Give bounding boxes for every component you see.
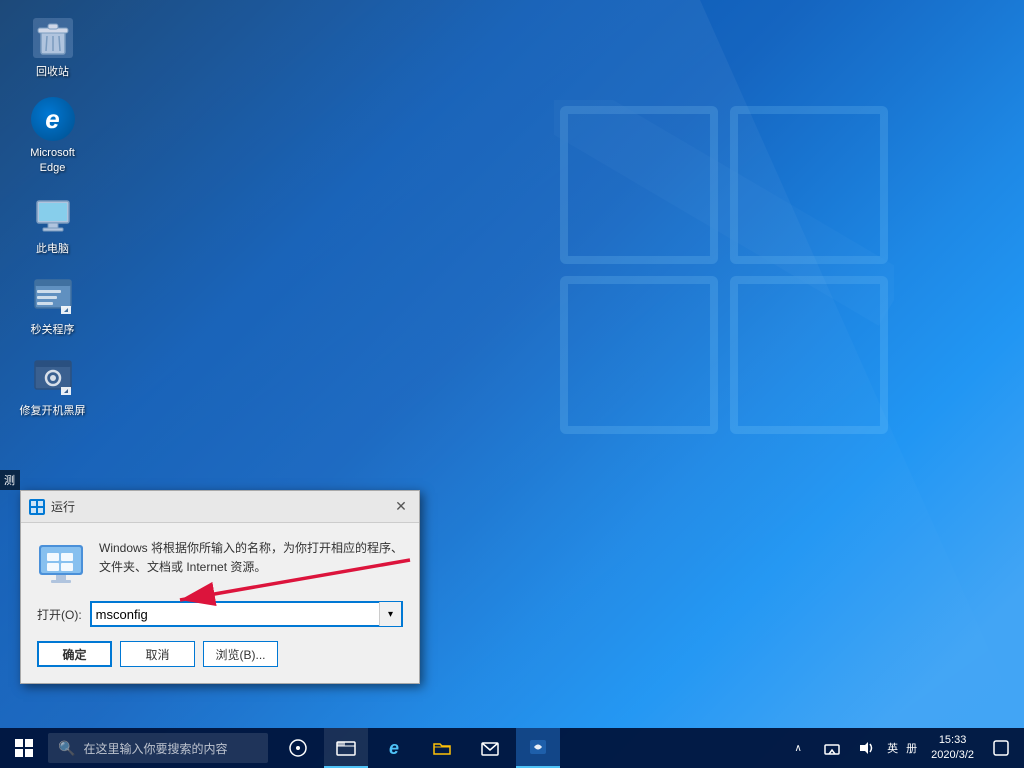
language-indicator[interactable]: 英 bbox=[885, 728, 900, 768]
edge-icon-img: e bbox=[31, 97, 75, 141]
mail-taskbar-button[interactable] bbox=[468, 728, 512, 768]
left-edge-label: 测 bbox=[0, 470, 20, 490]
run-input-field[interactable] bbox=[92, 605, 379, 624]
systray-expand-button[interactable]: ∧ bbox=[783, 728, 813, 768]
taskbar-center-items: e bbox=[276, 728, 560, 768]
dialog-description: Windows 将根据你所输入的名称，为你打开相应的程序、文件夹、文档或 Int… bbox=[99, 539, 403, 577]
dialog-desc-text: Windows 将根据你所输入的名称，为你打开相应的程序、文件夹、文档或 Int… bbox=[99, 541, 403, 574]
edge-icon-desktop[interactable]: e Microsoft Edge bbox=[15, 91, 90, 179]
ie-icon bbox=[528, 738, 548, 756]
file-explorer-icon bbox=[336, 738, 356, 756]
shortcut1-svg bbox=[31, 274, 75, 318]
windows-logo-bg bbox=[554, 100, 894, 440]
taskbar-search-box[interactable]: 🔍 在这里输入你要搜索的内容 bbox=[48, 733, 268, 763]
task-view-icon bbox=[288, 739, 308, 757]
dialog-buttons-row: 确定 取消 浏览(B)... bbox=[37, 641, 403, 667]
volume-svg bbox=[858, 741, 874, 755]
thispc-svg bbox=[31, 193, 75, 237]
thispc-icon-desktop[interactable]: 此电脑 bbox=[15, 187, 90, 260]
network-svg bbox=[824, 741, 840, 755]
run-dialog-icon bbox=[37, 539, 85, 587]
dialog-title-text: 运行 bbox=[51, 498, 75, 515]
ime-text: 册 bbox=[906, 740, 917, 756]
dialog-cancel-button[interactable]: 取消 bbox=[120, 641, 195, 667]
dialog-titlebar: 运行 ✕ bbox=[21, 491, 419, 523]
taskbar: 🔍 在这里输入你要搜索的内容 e bbox=[0, 728, 1024, 768]
edge-taskbar-icon: e bbox=[389, 738, 399, 759]
ie-taskbar-button[interactable] bbox=[516, 728, 560, 768]
recycle-bin-icon[interactable]: 回收站 bbox=[15, 10, 90, 83]
run-icon-small bbox=[31, 501, 43, 513]
mail-icon bbox=[480, 739, 500, 757]
files-taskbar-button[interactable] bbox=[420, 728, 464, 768]
run-dialog: 运行 ✕ bbox=[20, 490, 420, 684]
taskbar-systray: ∧ 英 册 bbox=[783, 728, 1024, 768]
dialog-input-row: 打开(O): ▾ bbox=[37, 601, 403, 627]
clock-date: 2020/3/2 bbox=[931, 748, 974, 763]
search-placeholder-text: 在这里输入你要搜索的内容 bbox=[83, 740, 227, 757]
dialog-title-left: 运行 bbox=[29, 498, 75, 515]
taskbar-clock[interactable]: 15:33 2020/3/2 bbox=[923, 728, 982, 768]
recycle-bin-label: 回收站 bbox=[36, 65, 69, 79]
shortcut1-icon[interactable]: 秒关程序 bbox=[15, 268, 90, 341]
shortcut2-label: 修复开机黑屏 bbox=[20, 404, 86, 418]
windows-start-icon bbox=[15, 739, 33, 757]
notification-center-button[interactable] bbox=[986, 728, 1016, 768]
language-text: 英 bbox=[887, 740, 898, 756]
desktop: 回收站 e Microsoft Edge 此电脑 bbox=[0, 0, 1024, 768]
file-explorer-taskbar-button[interactable] bbox=[324, 728, 368, 768]
run-dropdown-button[interactable]: ▾ bbox=[379, 602, 401, 626]
thispc-label: 此电脑 bbox=[36, 242, 69, 256]
volume-icon[interactable] bbox=[851, 728, 881, 768]
network-icon[interactable] bbox=[817, 728, 847, 768]
dialog-close-button[interactable]: ✕ bbox=[391, 497, 411, 517]
folder-icon bbox=[432, 739, 452, 757]
shortcut2-svg bbox=[31, 355, 75, 399]
dialog-open-label: 打开(O): bbox=[37, 606, 82, 623]
edge-label: Microsoft Edge bbox=[30, 146, 75, 175]
clock-time: 15:33 bbox=[939, 733, 967, 748]
run-icon-svg bbox=[37, 539, 85, 587]
dialog-input-wrapper[interactable]: ▾ bbox=[90, 601, 403, 627]
notification-icon bbox=[993, 740, 1009, 756]
shortcut2-icon[interactable]: 修复开机黑屏 bbox=[15, 349, 90, 422]
dialog-browse-button[interactable]: 浏览(B)... bbox=[203, 641, 278, 667]
ime-indicator[interactable]: 册 bbox=[904, 728, 919, 768]
edge-taskbar-button[interactable]: e bbox=[372, 728, 416, 768]
recycle-bin-svg bbox=[31, 16, 75, 60]
dialog-top-section: Windows 将根据你所输入的名称，为你打开相应的程序、文件夹、文档或 Int… bbox=[37, 539, 403, 587]
dialog-title-icon bbox=[29, 499, 45, 515]
task-view-button[interactable] bbox=[276, 728, 320, 768]
shortcut1-label: 秒关程序 bbox=[31, 323, 75, 337]
desktop-icons-container: 回收站 e Microsoft Edge 此电脑 bbox=[15, 10, 90, 423]
dialog-ok-button[interactable]: 确定 bbox=[37, 641, 112, 667]
start-button[interactable] bbox=[0, 728, 48, 768]
search-icon: 🔍 bbox=[58, 740, 75, 757]
dialog-body: Windows 将根据你所输入的名称，为你打开相应的程序、文件夹、文档或 Int… bbox=[21, 523, 419, 683]
